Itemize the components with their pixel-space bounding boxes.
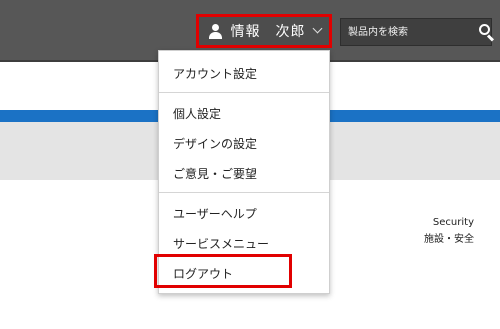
menu-divider: [159, 192, 329, 193]
security-sublabel: 施設・安全: [424, 234, 474, 245]
menu-item-feedback[interactable]: ご意見・ご要望: [159, 165, 329, 182]
search-icon[interactable]: [473, 19, 495, 45]
menu-divider: [159, 92, 329, 93]
security-category[interactable]: Security 施設・安全: [424, 214, 474, 248]
user-icon: [208, 23, 223, 39]
user-name: 情報 次郎: [230, 24, 306, 40]
search-input[interactable]: [341, 19, 473, 45]
menu-item-personal-settings[interactable]: 個人設定: [159, 105, 329, 122]
search-box: [340, 18, 495, 46]
chevron-down-icon: [312, 23, 322, 34]
security-label: Security: [432, 217, 474, 228]
logout-highlight-box: [154, 254, 292, 288]
menu-item-design-settings[interactable]: デザインの設定: [159, 135, 329, 152]
menu-item-user-help[interactable]: ユーザーヘルプ: [159, 205, 329, 222]
menu-item-service-menu[interactable]: サービスメニュー: [159, 235, 329, 252]
menu-item-account-settings[interactable]: アカウント設定: [159, 65, 329, 82]
user-menu-button[interactable]: 情報 次郎: [196, 14, 332, 48]
